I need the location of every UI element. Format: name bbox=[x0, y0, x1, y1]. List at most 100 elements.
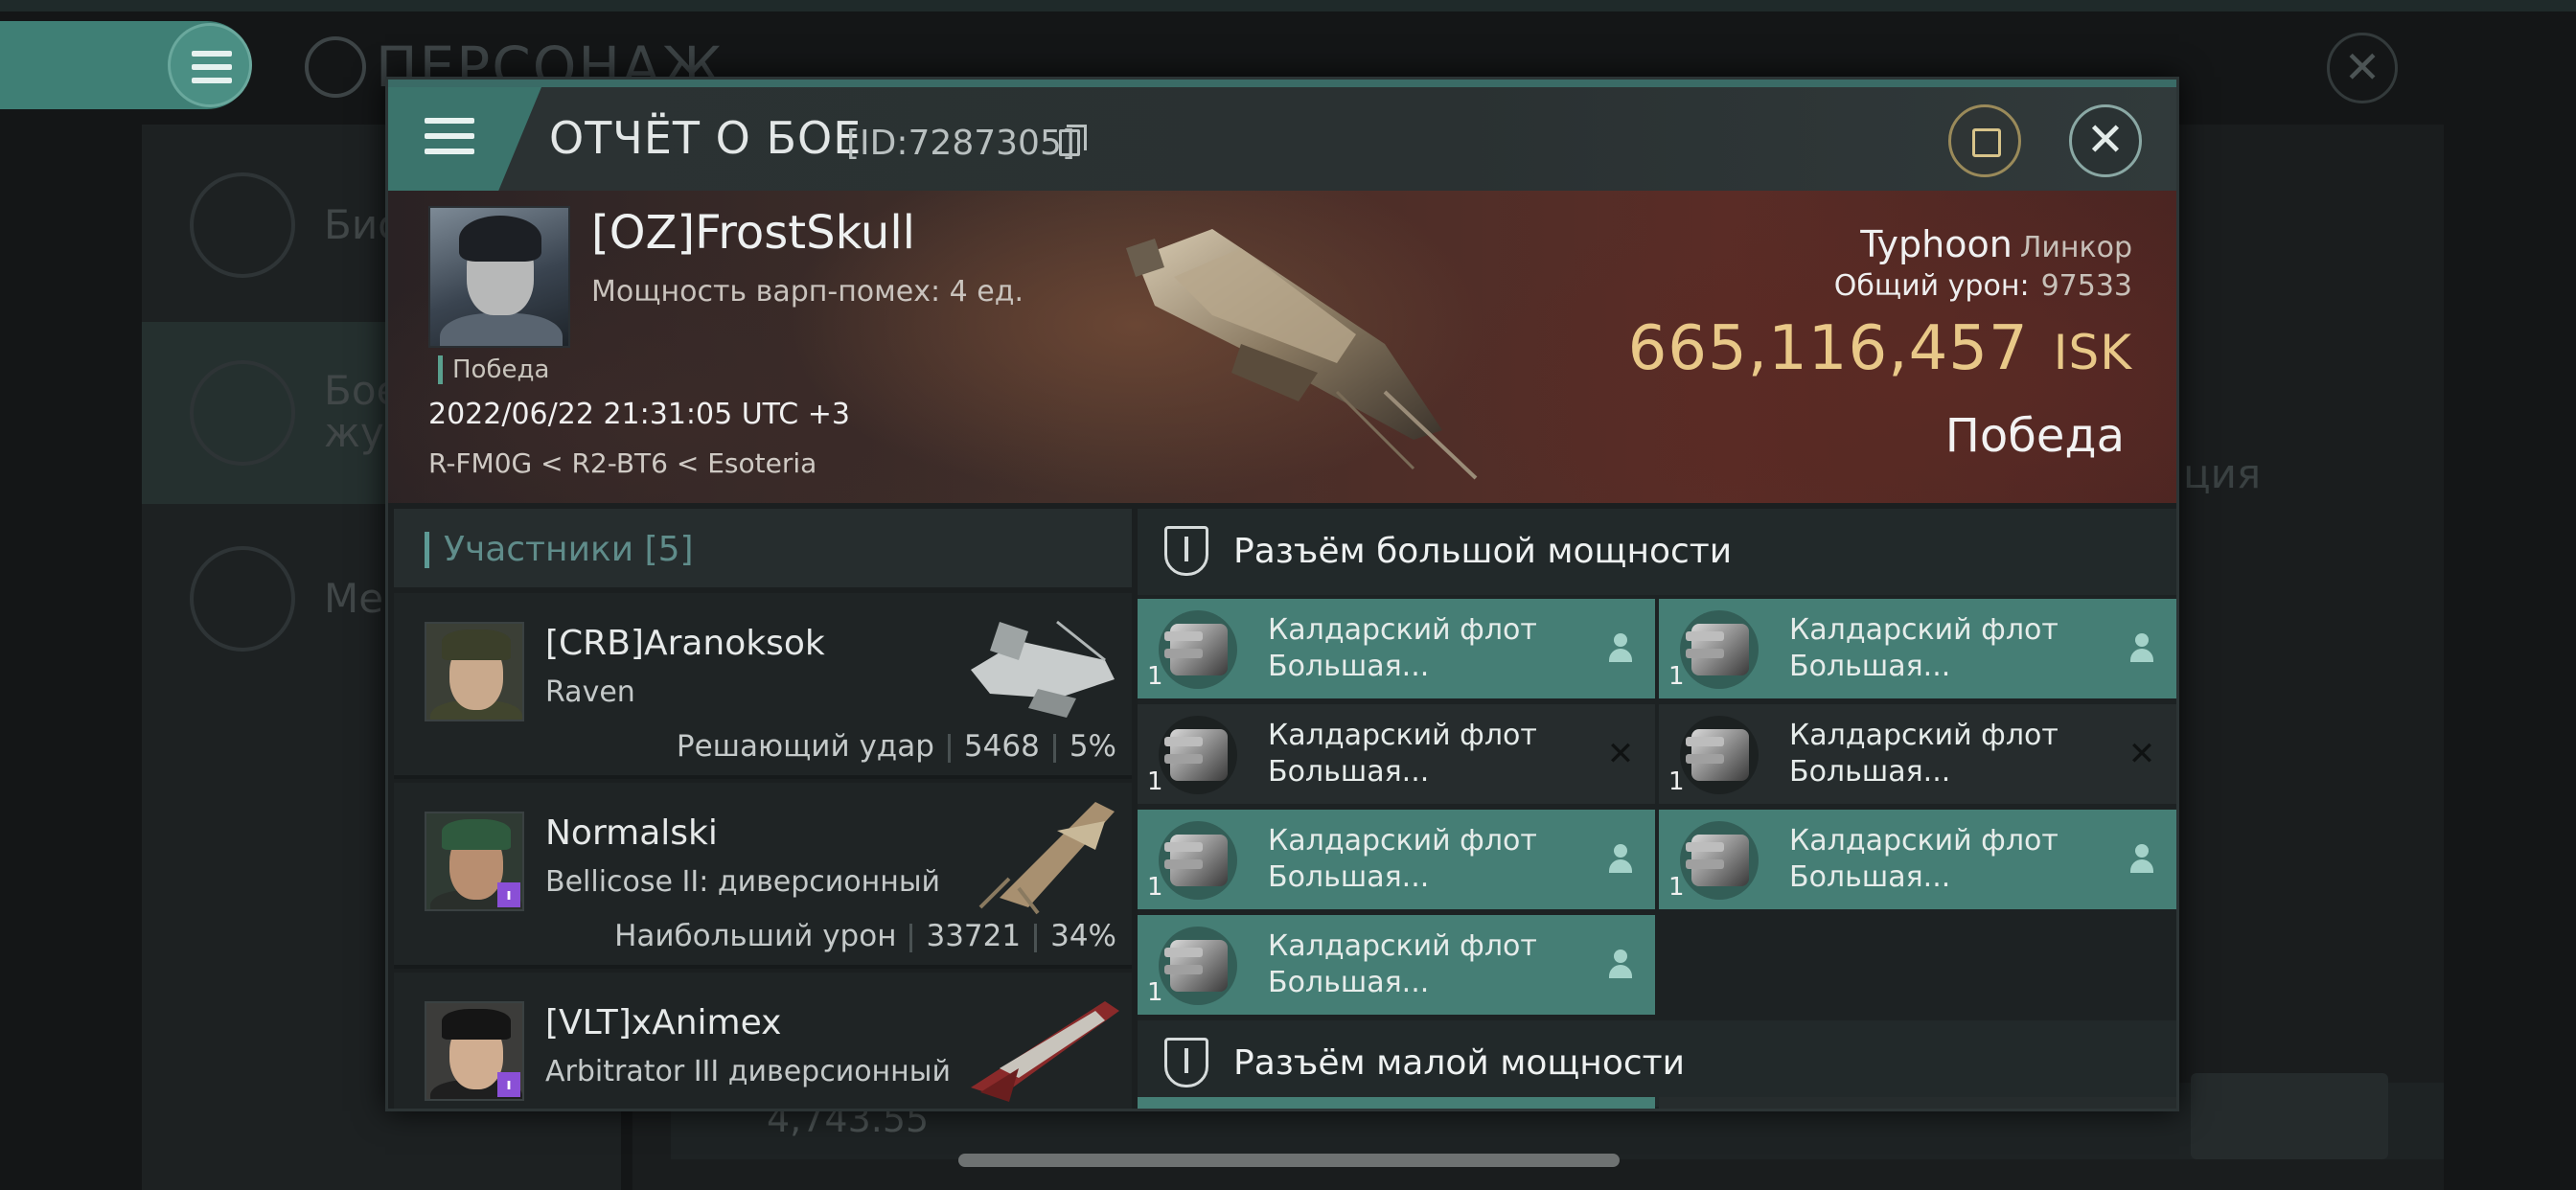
participant-name: [VLT]xAnimex bbox=[545, 1003, 782, 1042]
victim-ship-image[interactable] bbox=[1097, 200, 1481, 488]
participant-row[interactable]: ı [VLT]xAnimex Arbitrator III диверсионн… bbox=[394, 973, 1132, 1109]
filter-button[interactable] bbox=[2191, 1073, 2388, 1159]
fittings-panel[interactable]: Разъём большой мощности 1 Калдарский фло… bbox=[1138, 509, 2176, 1109]
participant-portrait[interactable]: ı bbox=[425, 1001, 524, 1101]
total-damage-label: Общий урон: bbox=[1833, 269, 2030, 303]
dropped-person-icon bbox=[1603, 842, 1638, 877]
low-slot-header: Разъём малой мощности bbox=[1138, 1020, 2176, 1107]
total-damage-value: 97533 bbox=[2040, 269, 2132, 303]
participant-stats: Наибольший урон 33721 34% bbox=[614, 919, 1116, 953]
module-quantity: 1 bbox=[1147, 978, 1163, 1007]
medal-star-icon bbox=[190, 546, 295, 652]
participant-portrait[interactable]: ı bbox=[425, 812, 524, 911]
participant-percent: 5% bbox=[1069, 729, 1116, 764]
module-slot[interactable]: 1 Калдарский флот Большая... ✕ bbox=[1138, 704, 1655, 804]
module-name: Калдарский флот Большая... bbox=[1789, 824, 2058, 894]
background-menu-icon[interactable] bbox=[168, 23, 252, 107]
participant-row[interactable]: [CRB]Aranoksok Raven Решающий удар 5468 5% bbox=[394, 593, 1132, 779]
dropped-person-icon bbox=[1603, 631, 1638, 666]
omega-icon: ı bbox=[497, 882, 520, 907]
participant-ship-image bbox=[978, 802, 1115, 915]
kill-location[interactable]: R-FM0G < R2-BT6 < Esoteria bbox=[428, 447, 816, 479]
module-quantity: 1 bbox=[1668, 662, 1685, 691]
low-power-slot-icon bbox=[1164, 1038, 1208, 1087]
result-text: Победа bbox=[1944, 409, 2125, 463]
module-slot[interactable]: 1 Калдарский флот Большая... ✕ bbox=[1659, 704, 2176, 804]
isk-amount: 665,116,457 bbox=[1627, 313, 2029, 384]
module-quantity: 1 bbox=[1668, 767, 1685, 796]
module-name: Калдарский флот Большая... bbox=[1268, 824, 1537, 894]
module-name: Калдарский флот Большая... bbox=[1789, 719, 2058, 789]
isk-value: 665,116,457 ISK bbox=[1628, 313, 2132, 384]
background-top-bar bbox=[0, 0, 2576, 11]
low-slot-title: Разъём малой мощности bbox=[1233, 1043, 1686, 1083]
external-link-icon bbox=[1972, 128, 2001, 157]
crossed-swords-icon bbox=[190, 360, 295, 466]
participant-role: Наибольший урон bbox=[614, 919, 897, 953]
module-slot[interactable]: 1 Калдарский флот Большая... bbox=[1659, 810, 2176, 909]
victim-ship[interactable]: Typhoon Линкор bbox=[1860, 223, 2132, 265]
isk-unit: ISK bbox=[2053, 325, 2132, 380]
participant-portrait[interactable] bbox=[425, 622, 524, 721]
high-slot-header: Разъём большой мощности bbox=[1138, 509, 2176, 595]
modal-menu-button[interactable] bbox=[388, 87, 541, 191]
dropped-person-icon bbox=[1603, 948, 1638, 982]
modal-title: ОТЧЁТ О БОЕ bbox=[549, 112, 862, 164]
module-slot[interactable]: 1 Калдарский флот Большая... bbox=[1138, 810, 1655, 909]
destroyed-cross-icon: ✕ bbox=[2128, 735, 2156, 773]
home-indicator[interactable] bbox=[958, 1154, 1620, 1167]
participant-damage: 5468 bbox=[963, 729, 1040, 764]
participant-ship: Arbitrator III диверсионный bbox=[545, 1055, 951, 1088]
victim-portrait[interactable] bbox=[428, 206, 570, 348]
module-quantity: 1 bbox=[1147, 873, 1163, 902]
background-close-icon[interactable]: ✕ bbox=[2327, 33, 2398, 103]
module-slot[interactable]: 1 Калдарский флот Большая... bbox=[1138, 599, 1655, 698]
character-icon bbox=[305, 36, 366, 98]
participant-ship: Raven bbox=[545, 675, 635, 709]
module-quantity: 1 bbox=[1147, 662, 1163, 691]
destroyed-cross-icon: ✕ bbox=[1606, 735, 1635, 773]
ship-class: Линкор bbox=[2019, 231, 2132, 264]
participant-name: Normalski bbox=[545, 813, 718, 853]
copy-icon[interactable] bbox=[1059, 125, 1087, 156]
hamburger-icon bbox=[425, 118, 474, 164]
victim-banner: [OZ]FrostSkull Мощность варп-помех: 4 ед… bbox=[388, 191, 2176, 503]
kill-datetime: 2022/06/22 21:31:05 UTC +3 bbox=[428, 398, 850, 431]
participant-percent: 34% bbox=[1050, 919, 1116, 953]
background-right-label: ция bbox=[2183, 450, 2262, 497]
dropped-person-icon bbox=[2125, 631, 2159, 666]
module-slot[interactable]: 1 Калдарский флот Большая... bbox=[1138, 915, 1655, 1015]
participant-row[interactable]: ı Normalski Bellicose II: диверсионный Н… bbox=[394, 783, 1132, 969]
participant-name: [CRB]Aranoksok bbox=[545, 624, 825, 663]
participant-stats: Решающий удар 5468 5% bbox=[677, 729, 1116, 764]
module-slot[interactable] bbox=[1138, 1097, 1655, 1109]
modal-header: ОТЧЁТ О БОЕ [ID:7287305] ✕ bbox=[388, 87, 2176, 191]
omega-icon: ı bbox=[497, 1072, 520, 1097]
bio-icon bbox=[190, 172, 295, 278]
ship-name: Typhoon bbox=[1860, 223, 2012, 265]
warp-strength: Мощность варп-помех: 4 ед. bbox=[591, 275, 1024, 309]
participants-list[interactable]: Участники [5] [CRB]Aranoksok Raven Решаю… bbox=[394, 509, 1132, 1109]
participant-role: Решающий удар bbox=[676, 729, 934, 764]
participant-ship-image bbox=[971, 1001, 1119, 1102]
participants-title: Участники [5] bbox=[444, 530, 694, 569]
combat-report-modal: ОТЧЁТ О БОЕ [ID:7287305] ✕ [OZ]FrostSkul… bbox=[385, 77, 2179, 1111]
high-power-slot-icon bbox=[1164, 526, 1208, 576]
module-quantity: 1 bbox=[1668, 873, 1685, 902]
modal-top-accent bbox=[388, 80, 2176, 87]
total-damage: Общий урон: 97533 bbox=[1834, 269, 2132, 303]
participant-ship-image bbox=[971, 620, 1115, 718]
report-id: [ID:7287305] bbox=[846, 124, 1075, 163]
dropped-person-icon bbox=[2125, 842, 2159, 877]
module-slot[interactable] bbox=[1659, 1097, 2176, 1109]
module-name: Калдарский флот Большая... bbox=[1268, 613, 1537, 683]
module-name: Калдарский флот Большая... bbox=[1268, 719, 1537, 789]
close-button[interactable]: ✕ bbox=[2069, 104, 2142, 177]
module-quantity: 1 bbox=[1147, 767, 1163, 796]
participants-header: Участники [5] bbox=[394, 509, 1132, 587]
victim-name[interactable]: [OZ]FrostSkull bbox=[591, 206, 915, 260]
module-slot[interactable]: 1 Калдарский флот Большая... bbox=[1659, 599, 2176, 698]
share-button[interactable] bbox=[1948, 104, 2021, 177]
result-badge: Победа bbox=[438, 355, 549, 384]
module-name: Калдарский флот Большая... bbox=[1789, 613, 2058, 683]
